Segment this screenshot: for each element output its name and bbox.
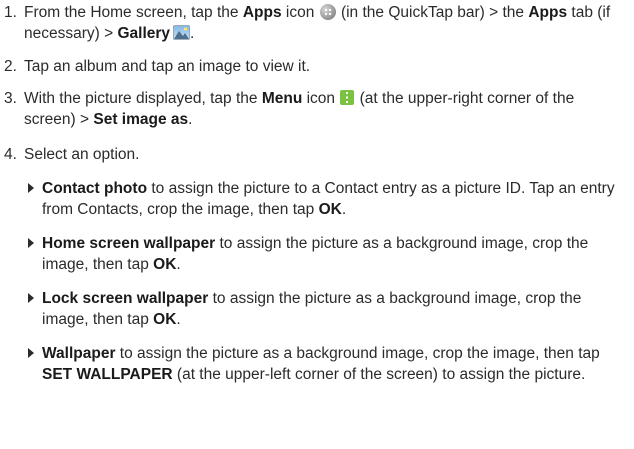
instructions-page: 1. From the Home screen, tap the Apps ic…	[0, 0, 634, 449]
step-text: Tap an album and tap an image to view it…	[24, 58, 311, 75]
option-home-screen-wallpaper: Home screen wallpaper to assign the pict…	[28, 233, 630, 275]
option-text: Wallpaper to assign the picture as a bac…	[42, 345, 600, 383]
step-3: 3. With the picture displayed, tap the M…	[4, 88, 630, 130]
step-number: 3.	[4, 90, 17, 107]
apps-icon	[319, 4, 336, 20]
set-image-as-label: Set image as	[93, 111, 189, 128]
step-number: 4.	[4, 146, 17, 163]
bullet-triangle-icon	[28, 183, 34, 193]
bullet-triangle-icon	[28, 293, 34, 303]
option-text: Contact photo to assign the picture to a…	[42, 180, 615, 218]
step-text: Select an option.	[24, 146, 140, 163]
apps-tab-label: Apps	[528, 4, 568, 21]
option-text: Home screen wallpaper to assign the pict…	[42, 235, 589, 273]
step-text: From the Home screen, tap the Apps icon …	[24, 4, 611, 42]
apps-label: Apps	[242, 4, 282, 21]
gallery-label: Gallery	[117, 25, 171, 42]
bullet-triangle-icon	[28, 348, 34, 358]
bullet-triangle-icon	[28, 238, 34, 248]
option-wallpaper: Wallpaper to assign the picture as a bac…	[28, 343, 630, 385]
step-number: 1.	[4, 4, 17, 21]
step-1: 1. From the Home screen, tap the Apps ic…	[4, 2, 630, 44]
menu-label: Menu	[261, 90, 303, 107]
gallery-icon	[173, 25, 190, 40]
option-contact-photo: Contact photo to assign the picture to a…	[28, 178, 630, 220]
menu-icon	[340, 90, 355, 105]
option-text: Lock screen wallpaper to assign the pict…	[42, 290, 582, 328]
option-lock-screen-wallpaper: Lock screen wallpaper to assign the pict…	[28, 288, 630, 330]
step-4: 4. Select an option.	[4, 144, 630, 165]
step-text: With the picture displayed, tap the Menu…	[24, 90, 575, 128]
step-2: 2. Tap an album and tap an image to view…	[4, 56, 630, 77]
step-number: 2.	[4, 58, 17, 75]
